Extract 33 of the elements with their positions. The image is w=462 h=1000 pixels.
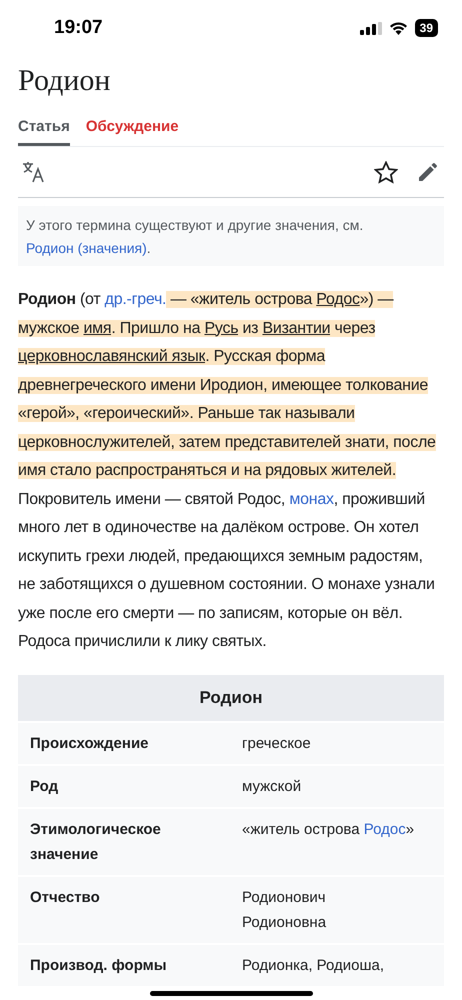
infobox-title: Родион bbox=[18, 674, 444, 720]
pencil-icon[interactable] bbox=[416, 160, 440, 184]
link[interactable]: др.-греч. bbox=[104, 291, 166, 308]
table-cell-text: Этимологическое значение bbox=[30, 820, 162, 864]
paragraph: Родион (от др.-греч. — «житель острова Родос») — мужское имя. Пришло на Русь из Византии через церковнославянский язык. Русская форма древнегреческого имени Иродион, имеющее толкование «герой», «героический». Раньше так называли церковнослужителей, затем представителей знати, после имя стало распространяться и на рядовых жителей. bbox=[18, 290, 437, 481]
link[interactable]: Русь bbox=[204, 320, 238, 336]
table-cell-text: Родионович Родионовна bbox=[242, 888, 328, 932]
table-cell-text: греческое bbox=[242, 734, 312, 754]
tab[interactable]: Обсуждение bbox=[86, 118, 179, 146]
page-title: Родион bbox=[18, 64, 112, 98]
star-icon[interactable] bbox=[374, 160, 398, 184]
battery-level: 39 bbox=[414, 19, 438, 37]
hatnote: У этого термина существуют и другие значения, см. Родион (значения). bbox=[18, 206, 444, 266]
signal-icon bbox=[360, 22, 382, 34]
link[interactable]: Византии bbox=[262, 320, 330, 336]
table-cell-text: Производ. формы bbox=[30, 956, 167, 976]
table-cell-text: мужской bbox=[242, 776, 302, 796]
link[interactable]: имя bbox=[83, 320, 112, 336]
table-cell-text: Отчество bbox=[30, 888, 100, 908]
link[interactable]: Родос bbox=[316, 291, 360, 308]
table-cell-text: «житель острова Родос» bbox=[242, 820, 416, 840]
clock-time: 19:07 bbox=[54, 17, 103, 39]
wifi-icon bbox=[388, 21, 408, 35]
link[interactable]: церковнославянский язык bbox=[18, 348, 206, 365]
link[interactable]: монах bbox=[289, 490, 334, 508]
table-cell-text: Происхождение bbox=[30, 734, 149, 754]
link[interactable]: Родион (значения) bbox=[26, 240, 147, 256]
link[interactable]: Родос bbox=[364, 820, 406, 838]
table-cell-text: Род bbox=[30, 776, 58, 796]
table-cell-text: Родионка, Родиоша, bbox=[242, 956, 386, 976]
paragraph: Покровитель имени — святой Родос, монах, проживший много лет в одиночестве на далёком острове. Он хотел искупить грехи людей, предающихся земным радостям, не заботящихся о душевном состоянии. О монахе узнали уже после его смерти — по записям, которые он вёл. Родоса причислили к лику святых. bbox=[18, 490, 436, 652]
tab[interactable]: Статья bbox=[18, 118, 70, 146]
translate-icon[interactable] bbox=[22, 161, 46, 183]
